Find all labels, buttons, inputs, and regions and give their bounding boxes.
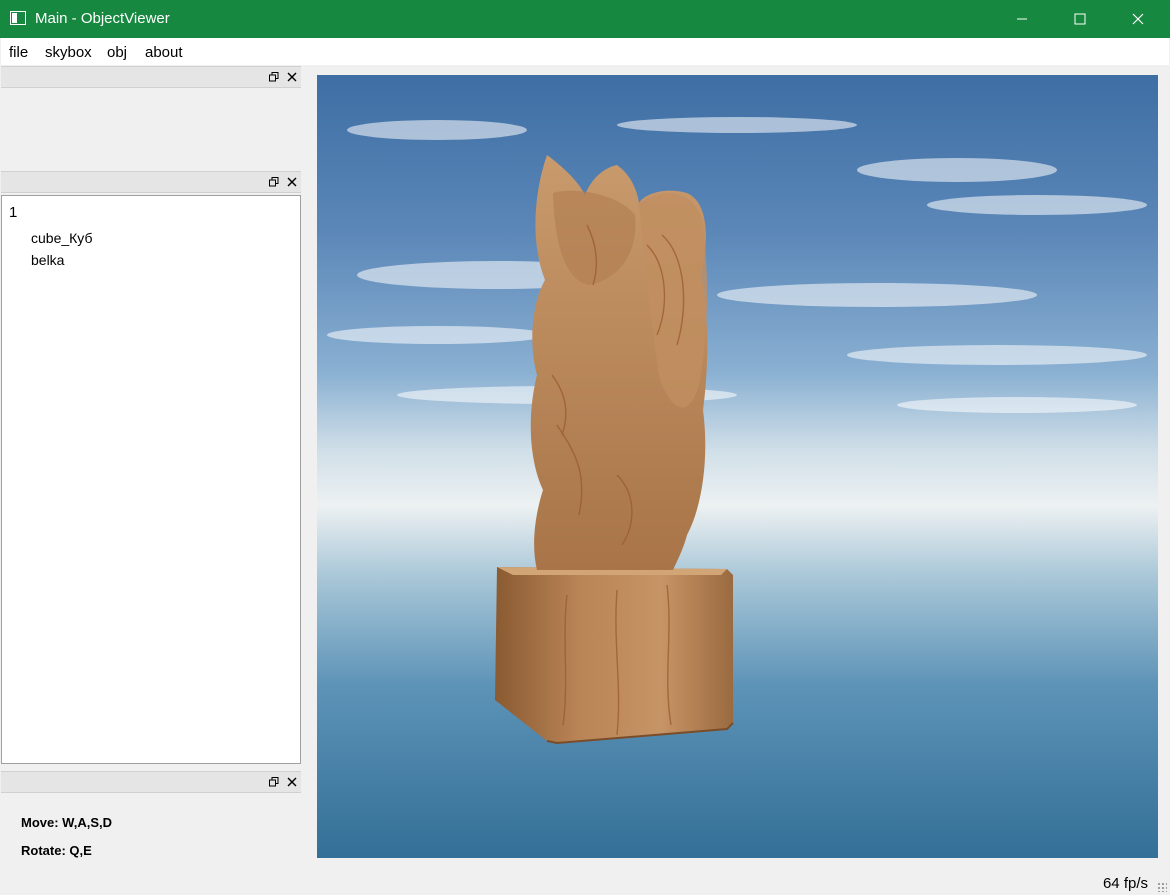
status-bar: 64 fp/s [0,870,1170,895]
dock-float-icon [268,72,278,82]
help-move: Move: W,A,S,D [21,815,113,830]
dock-title-bar-3[interactable] [1,771,301,793]
menu-obj[interactable]: obj [107,44,127,61]
close-icon [1132,13,1144,25]
tree-root-item[interactable]: 1 [9,204,17,221]
scene-render [327,117,1147,745]
minimize-button[interactable] [993,0,1051,38]
dock-float-button[interactable] [267,70,280,84]
dock-close-button[interactable] [285,175,298,189]
fps-counter: 64 fp/s [1102,875,1148,892]
menu-file[interactable]: file [9,44,28,61]
maximize-button[interactable] [1051,0,1109,38]
object-tree[interactable]: 1 cube_Куб belka [1,195,301,764]
dock-close-icon [287,72,296,82]
dock-close-icon [287,777,296,787]
close-button[interactable] [1109,0,1167,38]
clouds [327,117,1147,413]
dock-title-bar-1[interactable] [1,66,301,88]
3d-viewport[interactable] [317,75,1158,858]
dock-close-button[interactable] [285,775,298,789]
dock-float-icon [268,177,278,187]
menu-about[interactable]: about [145,44,183,61]
dock-close-button[interactable] [285,70,298,84]
dock-float-button[interactable] [267,175,280,189]
help-rotate: Rotate: Q,E [21,843,92,858]
dock-float-icon [268,777,278,787]
tree-item[interactable]: belka [31,252,64,268]
minimize-icon [1017,18,1027,20]
title-bar: Main - ObjectViewer [0,0,1170,38]
window-title: Main - ObjectViewer [35,10,170,27]
menu-skybox[interactable]: skybox [45,44,92,61]
app-icon [10,11,26,25]
wooden-statue [495,155,734,745]
tree-item[interactable]: cube_Куб [31,230,92,246]
menu-bar: file skybox obj about [1,38,1169,65]
dock-float-button[interactable] [267,775,280,789]
maximize-icon [1074,13,1086,25]
dock-close-icon [287,177,296,187]
resize-grip[interactable] [1157,882,1167,892]
dock-title-bar-2[interactable] [1,171,301,193]
